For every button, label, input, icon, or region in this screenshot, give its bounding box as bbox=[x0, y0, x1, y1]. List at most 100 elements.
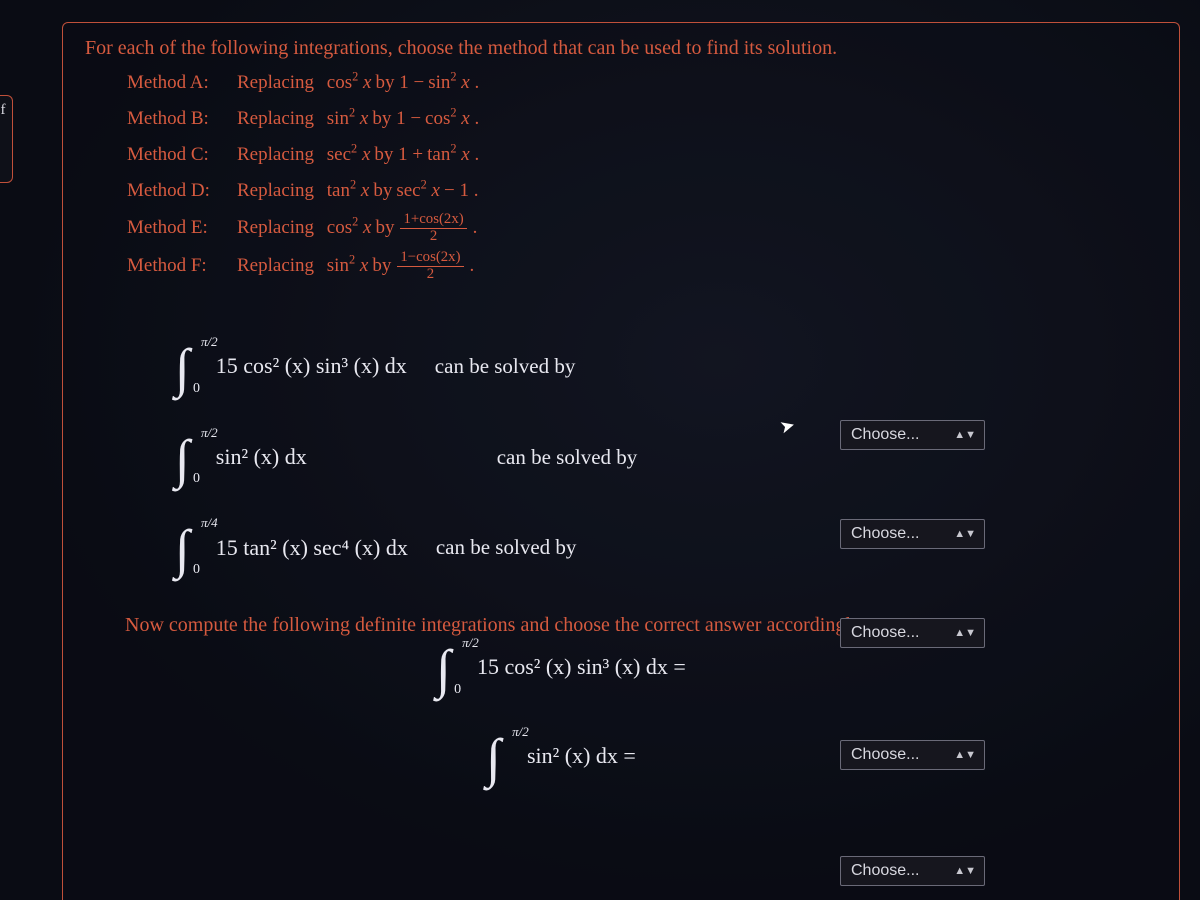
caret-updown-icon: ▲▼ bbox=[954, 429, 976, 441]
compute-1-upper: π/2 bbox=[462, 635, 479, 651]
dropdown-problem-3[interactable]: Choose... ▲▼ bbox=[840, 618, 985, 648]
method-b-body: Replacing sin2 x by 1 − cos2 x . bbox=[237, 108, 479, 130]
method-d-mid: by bbox=[373, 180, 392, 202]
dropdown-problem-1[interactable]: Choose... ▲▼ bbox=[840, 420, 985, 450]
method-f-mid: by bbox=[372, 255, 391, 277]
method-f-pre: Replacing bbox=[237, 255, 314, 277]
compute-2-integrand: sin² (x) dx = bbox=[527, 743, 636, 769]
method-e-den: 2 bbox=[427, 229, 440, 245]
integral-2: ∫ π/2 0 sin² (x) dx bbox=[175, 433, 307, 482]
caret-updown-icon: ▲▼ bbox=[954, 528, 976, 540]
method-a-mid: by 1 − bbox=[375, 72, 424, 94]
integral-1-upper: π/2 bbox=[201, 334, 218, 350]
compute-1-lower: 0 bbox=[454, 682, 461, 698]
method-f-tag: Method F: bbox=[127, 255, 237, 277]
method-e: Method E: Replacing cos2 x by 1+cos(2x) … bbox=[127, 212, 1157, 244]
dropdown-compute-2[interactable]: Choose... ▲▼ bbox=[840, 856, 985, 886]
method-e-pre: Replacing bbox=[237, 217, 314, 239]
integral-3-lower: 0 bbox=[193, 562, 200, 578]
method-c-f2: tan bbox=[427, 144, 450, 165]
tab-stub-label: f bbox=[1, 102, 6, 119]
method-b-mid: by 1 − bbox=[372, 108, 421, 130]
method-f: Method F: Replacing sin2 x by 1−cos(2x) … bbox=[127, 250, 1157, 282]
caret-updown-icon: ▲▼ bbox=[954, 749, 976, 761]
method-e-f1: cos bbox=[327, 217, 352, 238]
compute-1-integrand: 15 cos² (x) sin³ (x) dx = bbox=[477, 654, 686, 680]
method-e-body: Replacing cos2 x by 1+cos(2x) 2 . bbox=[237, 212, 477, 244]
method-d-f2: sec bbox=[396, 180, 420, 201]
question-panel: For each of the following integrations, … bbox=[62, 22, 1180, 900]
method-a-pre: Replacing bbox=[237, 72, 314, 94]
method-a-tag: Method A: bbox=[127, 72, 237, 94]
method-b: Method B: Replacing sin2 x by 1 − cos2 x… bbox=[127, 104, 1157, 134]
left-tab-stub[interactable]: f bbox=[0, 95, 13, 183]
integral-sign-icon: ∫ bbox=[175, 525, 194, 574]
method-d-body: Replacing tan2 x by sec2 x − 1 . bbox=[237, 180, 478, 202]
compute-1: ∫ π/2 0 15 cos² (x) sin³ (x) dx = bbox=[25, 643, 1097, 692]
method-d-tail: − 1 . bbox=[444, 180, 478, 202]
caret-updown-icon: ▲▼ bbox=[954, 627, 976, 639]
problem-1-phrase: can be solved by bbox=[435, 354, 576, 379]
integral-3: ∫ π/4 0 15 tan² (x) sec⁴ (x) dx bbox=[175, 523, 408, 572]
method-f-f1: sin bbox=[327, 255, 349, 276]
method-a-f1: cos bbox=[327, 72, 352, 93]
method-b-f1: sin bbox=[327, 108, 349, 129]
method-d: Method D: Replacing tan2 x by sec2 x − 1… bbox=[127, 176, 1157, 206]
method-a-body: Replacing cos2 x by 1 − sin2 x . bbox=[237, 72, 479, 94]
problem-2: ∫ π/2 0 sin² (x) dx can be solved by bbox=[175, 433, 1157, 482]
dropdown-label: Choose... bbox=[851, 525, 919, 543]
method-e-fraction: 1+cos(2x) 2 bbox=[400, 212, 466, 244]
method-a: Method A: Replacing cos2 x by 1 − sin2 x… bbox=[127, 68, 1157, 98]
integral-sign-icon: ∫ bbox=[175, 435, 194, 484]
dropdown-compute-1[interactable]: Choose... ▲▼ bbox=[840, 740, 985, 770]
method-f-den: 2 bbox=[424, 267, 437, 283]
integral-2-integrand: sin² (x) dx bbox=[216, 444, 307, 470]
problem-1: ∫ π/2 0 15 cos² (x) sin³ (x) dx can be s… bbox=[175, 342, 1157, 391]
integral-2-upper: π/2 bbox=[201, 425, 218, 441]
method-d-pre: Replacing bbox=[237, 180, 314, 202]
method-e-mid: by bbox=[375, 217, 394, 239]
integral-3-upper: π/4 bbox=[201, 515, 218, 531]
problems-block: ∫ π/2 0 15 cos² (x) sin³ (x) dx can be s… bbox=[175, 342, 1157, 572]
method-c-body: Replacing sec2 x by 1 + tan2 x . bbox=[237, 144, 479, 166]
method-b-tag: Method B: bbox=[127, 108, 237, 130]
integral-3-integrand: 15 tan² (x) sec⁴ (x) dx bbox=[216, 535, 408, 561]
method-c-mid: by 1 + bbox=[374, 144, 423, 166]
method-c-tag: Method C: bbox=[127, 144, 237, 166]
integral-sign-icon: ∫ bbox=[436, 645, 455, 694]
compute-integral-2: ∫ π/2 sin² (x) dx = bbox=[486, 732, 636, 781]
integral-sign-icon: ∫ bbox=[486, 734, 505, 783]
compute-integral-1: ∫ π/2 0 15 cos² (x) sin³ (x) dx = bbox=[436, 643, 686, 692]
screen: f For each of the following integrations… bbox=[0, 0, 1200, 900]
method-c-pre: Replacing bbox=[237, 144, 314, 166]
dropdown-problem-2[interactable]: Choose... ▲▼ bbox=[840, 519, 985, 549]
method-b-f2: cos bbox=[425, 108, 450, 129]
integral-2-lower: 0 bbox=[193, 471, 200, 487]
dropdown-label: Choose... bbox=[851, 624, 919, 642]
integral-1: ∫ π/2 0 15 cos² (x) sin³ (x) dx bbox=[175, 342, 407, 391]
method-f-num: 1−cos(2x) bbox=[397, 250, 463, 267]
instruction-text: For each of the following integrations, … bbox=[85, 37, 1157, 60]
section-2-instruction: Now compute the following definite integ… bbox=[125, 614, 1157, 637]
method-f-body: Replacing sin2 x by 1−cos(2x) 2 . bbox=[237, 250, 474, 282]
problem-3: ∫ π/4 0 15 tan² (x) sec⁴ (x) dx can be s… bbox=[175, 523, 1157, 572]
method-c-f1: sec bbox=[327, 144, 351, 165]
compute-2-upper: π/2 bbox=[512, 724, 529, 740]
method-d-f1: tan bbox=[327, 180, 350, 201]
problem-2-phrase: can be solved by bbox=[497, 445, 638, 470]
problem-3-phrase: can be solved by bbox=[436, 535, 577, 560]
dropdown-label: Choose... bbox=[851, 862, 919, 880]
method-c: Method C: Replacing sec2 x by 1 + tan2 x… bbox=[127, 140, 1157, 170]
caret-updown-icon: ▲▼ bbox=[954, 865, 976, 877]
method-d-tag: Method D: bbox=[127, 180, 237, 202]
integral-1-integrand: 15 cos² (x) sin³ (x) dx bbox=[216, 353, 407, 379]
method-f-fraction: 1−cos(2x) 2 bbox=[397, 250, 463, 282]
dropdown-label: Choose... bbox=[851, 426, 919, 444]
method-e-num: 1+cos(2x) bbox=[400, 212, 466, 229]
integral-sign-icon: ∫ bbox=[175, 344, 194, 393]
integral-1-lower: 0 bbox=[193, 381, 200, 397]
dropdown-label: Choose... bbox=[851, 746, 919, 764]
method-b-pre: Replacing bbox=[237, 108, 314, 130]
method-e-tag: Method E: bbox=[127, 217, 237, 239]
method-a-f2: sin bbox=[428, 72, 450, 93]
